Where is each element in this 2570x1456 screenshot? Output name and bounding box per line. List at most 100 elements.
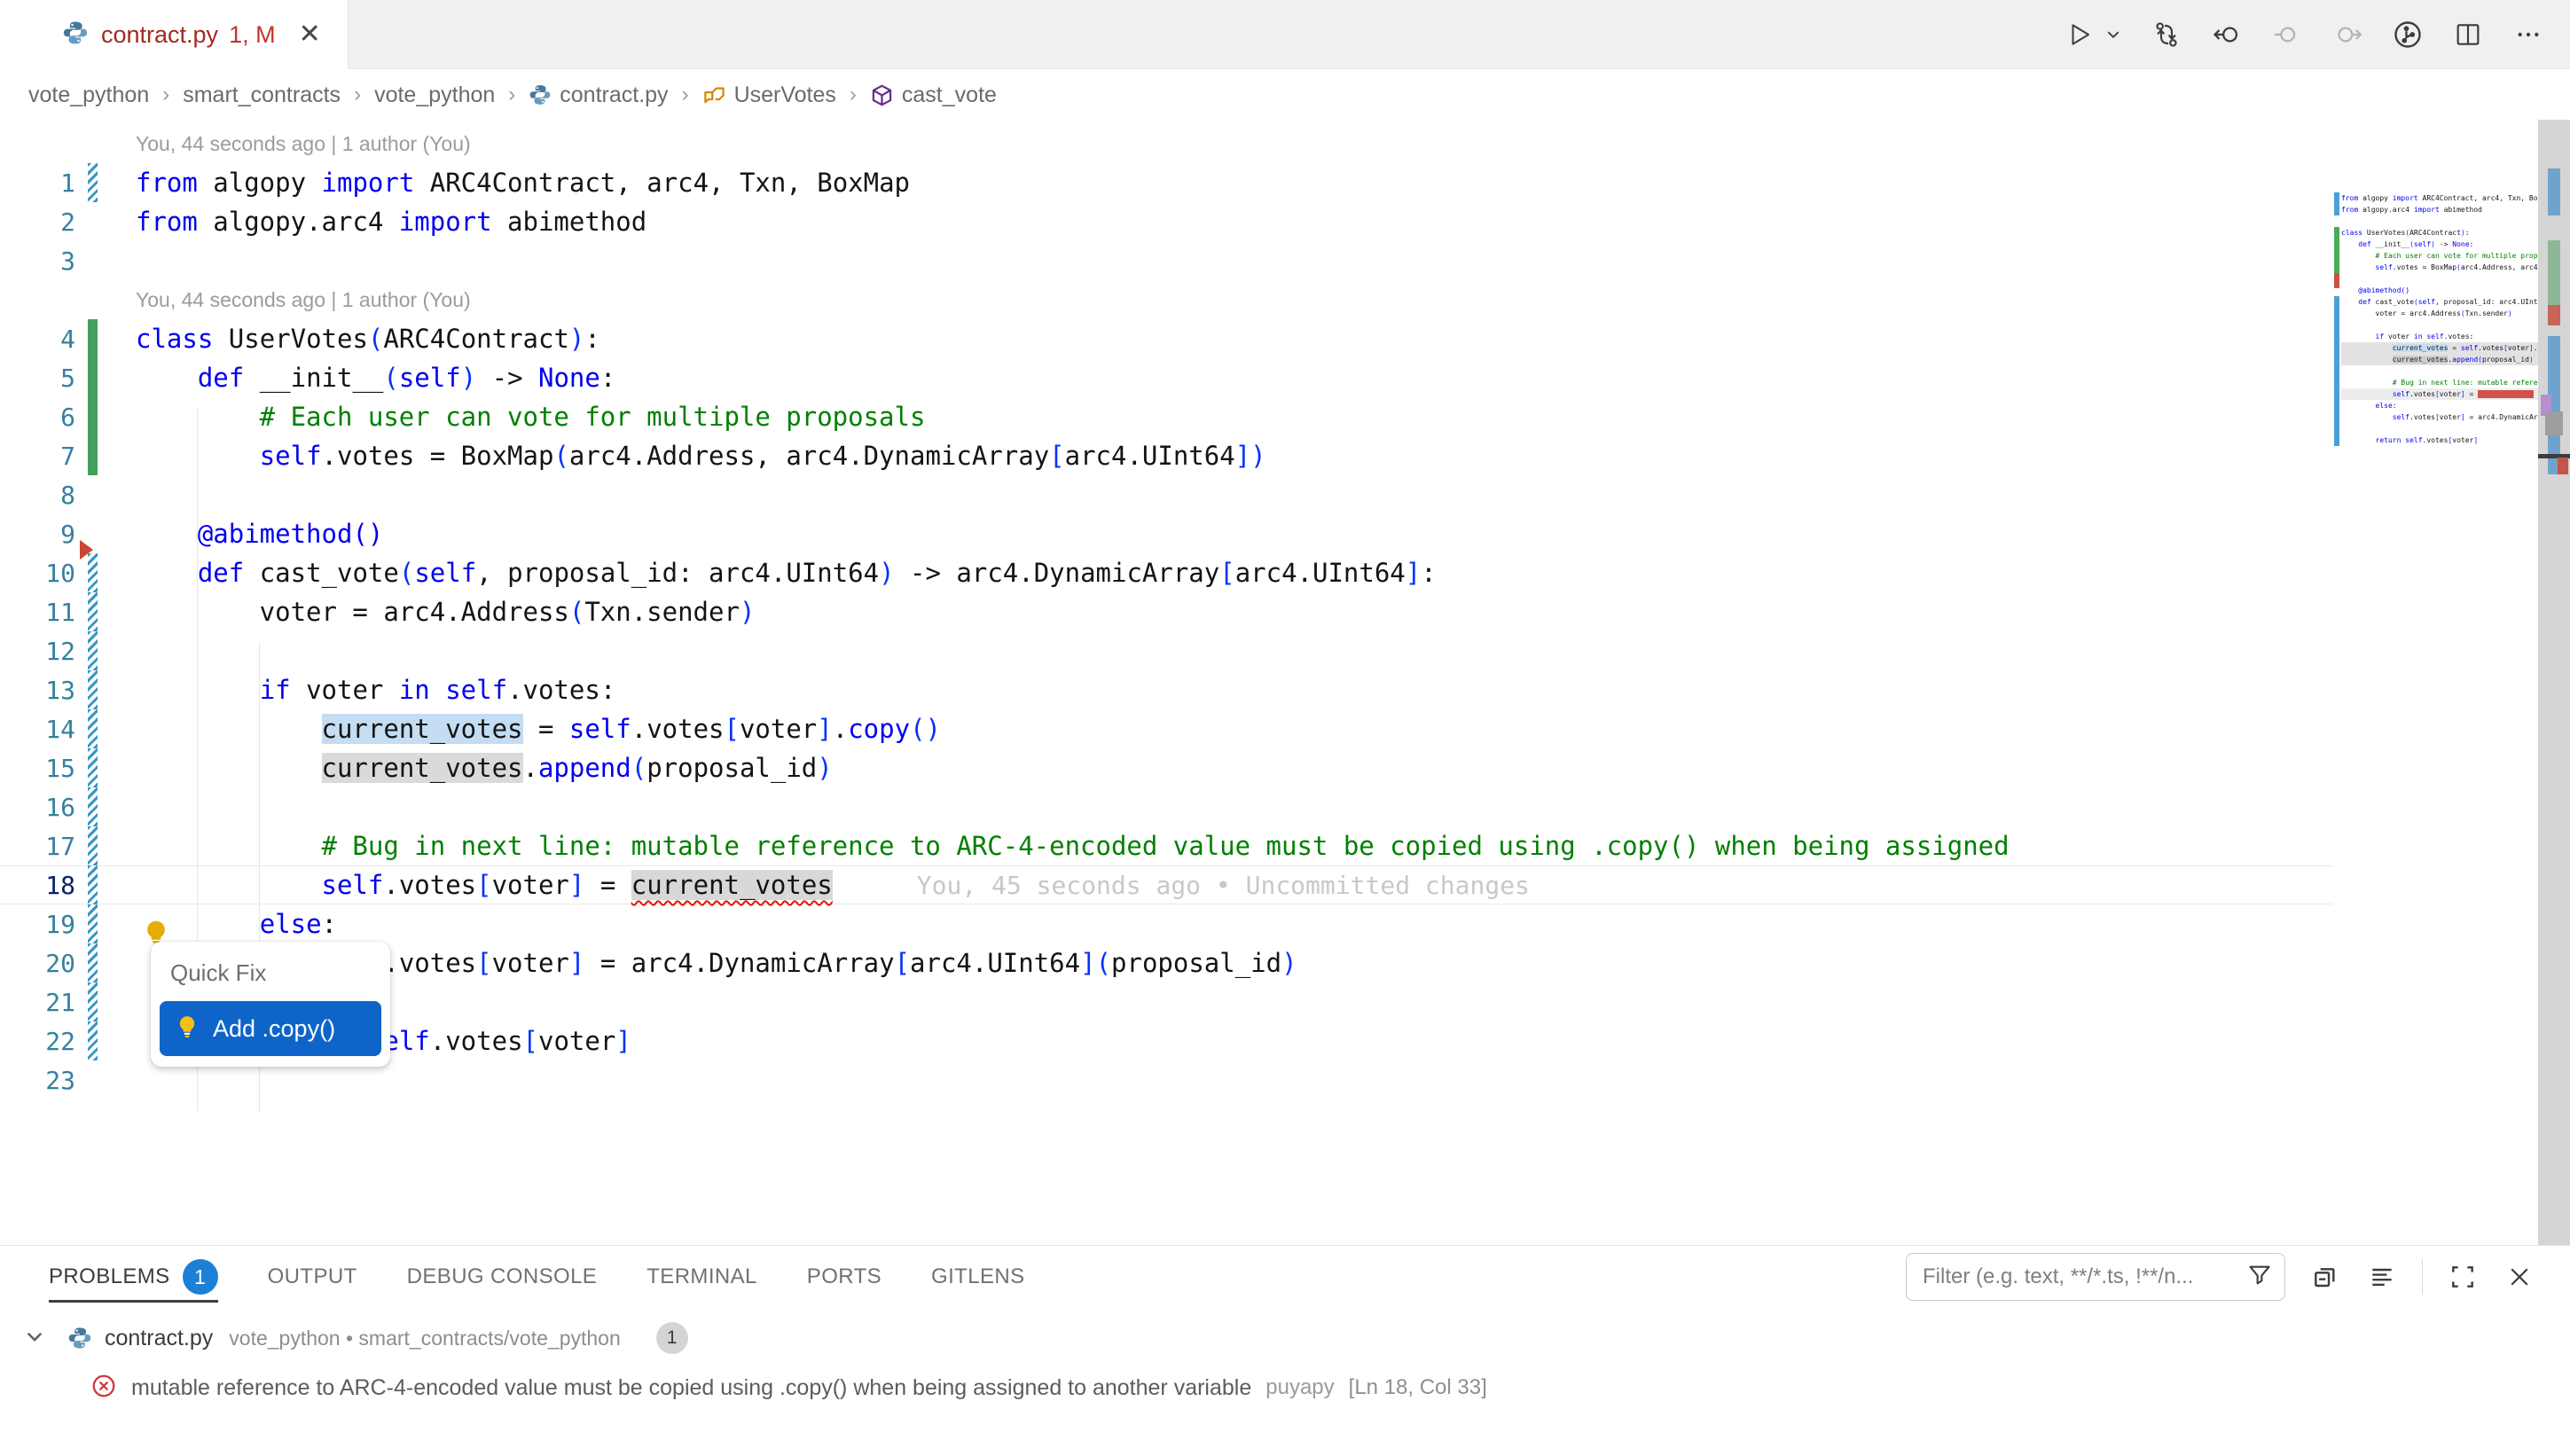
line-number[interactable]: 20 (0, 949, 75, 978)
line-number[interactable]: 11 (0, 598, 75, 627)
next-change-icon[interactable] (2331, 18, 2364, 51)
collapse-all-icon[interactable] (2308, 1260, 2342, 1294)
breadcrumb-item-UserVotes[interactable]: UserVotes (702, 82, 836, 108)
line-number[interactable]: 1 (0, 168, 75, 198)
code-token: ( (368, 324, 383, 354)
line-number[interactable]: 21 (0, 988, 75, 1017)
breadcrumb-label: vote_python (28, 82, 149, 108)
code-line-17[interactable]: 17 # Bug in next line: mutable reference… (0, 826, 2332, 865)
chevron-down-icon[interactable] (23, 1325, 46, 1352)
commit-graph-icon[interactable] (2391, 18, 2425, 51)
codelens-blame[interactable]: You, 44 seconds ago | 1 author (You) (136, 132, 471, 156)
code-line-12[interactable]: 12 (0, 631, 2332, 670)
code-line-8[interactable]: 8 (0, 475, 2332, 514)
code-token: ] (2473, 436, 2478, 444)
line-number[interactable]: 12 (0, 637, 75, 666)
tab-contract-py[interactable]: contract.py 1, M ✕ (0, 0, 349, 69)
maximize-panel-icon[interactable] (2446, 1260, 2480, 1294)
close-panel-icon[interactable] (2503, 1260, 2536, 1294)
code-line-16[interactable]: 16 (0, 787, 2332, 826)
line-number[interactable]: 19 (0, 910, 75, 939)
split-editor-icon[interactable] (2451, 18, 2485, 51)
line-number[interactable]: 3 (0, 247, 75, 276)
filter-icon (2247, 1263, 2272, 1292)
code-line-10[interactable]: 10 def cast_vote(self, proposal_id: arc4… (0, 553, 2332, 592)
line-number[interactable]: 10 (0, 559, 75, 588)
line-number[interactable]: 5 (0, 364, 75, 393)
code-line-19[interactable]: 19 else: (0, 904, 2332, 943)
minimap[interactable]: from algopy import ARC4Contract, arc4, T… (2341, 192, 2538, 458)
quick-fix-add-copy[interactable]: Add .copy() (160, 1001, 381, 1056)
code-token: ] (569, 870, 584, 900)
problems-error-row[interactable]: mutable reference to ARC-4-encoded value… (0, 1363, 2570, 1413)
line-number[interactable]: 16 (0, 793, 75, 822)
code-token: class (136, 324, 213, 354)
previous-change-icon[interactable] (2270, 18, 2304, 51)
code-token: Txn.sender (2465, 309, 2508, 317)
code-token: arc4.UInt64 (910, 948, 1080, 978)
panel-tab-problems[interactable]: PROBLEMS1 (49, 1246, 218, 1308)
filter-input[interactable] (1923, 1264, 2247, 1289)
git-change-bar (88, 241, 98, 280)
code-token: : (2470, 240, 2474, 248)
problems-file-row[interactable]: contract.py vote_python • smart_contract… (0, 1313, 2570, 1363)
codelens-blame[interactable]: You, 44 seconds ago | 1 author (You) (136, 288, 471, 312)
line-number[interactable]: 7 (0, 442, 75, 471)
problems-filter[interactable] (1906, 1253, 2285, 1301)
panel-tab-gitlens[interactable]: GITLENS (931, 1246, 1025, 1308)
view-as-list-icon[interactable] (2365, 1260, 2399, 1294)
code-line-11[interactable]: 11 voter = arc4.Address(Txn.sender) (0, 592, 2332, 631)
breadcrumb-item-vote_python[interactable]: vote_python (28, 82, 149, 108)
code-token: = (584, 870, 631, 900)
breadcrumb-item-contract.py[interactable]: contract.py (529, 82, 668, 108)
breadcrumb-item-vote_python[interactable]: vote_python (374, 82, 495, 108)
code-line-7[interactable]: 7 self.votes = BoxMap(arc4.Address, arc4… (0, 436, 2332, 475)
run-dropdown-chevron-icon[interactable] (2104, 18, 2123, 51)
code-token (136, 363, 198, 393)
line-number[interactable]: 8 (0, 481, 75, 510)
panel-tab-ports[interactable]: PORTS (807, 1246, 881, 1308)
git-compare-icon[interactable] (2150, 18, 2183, 51)
code-line-3[interactable]: 3 (0, 241, 2332, 280)
code-editor[interactable]: You, 44 seconds ago | 1 author (You)1fro… (0, 120, 2570, 1245)
code-line-1[interactable]: 1from algopy import ARC4Contract, arc4, … (0, 163, 2332, 202)
more-actions-icon[interactable] (2511, 18, 2545, 51)
code-token: ) (740, 597, 755, 627)
code-line-13[interactable]: 13 if voter in self.votes: (0, 670, 2332, 709)
git-change-bar (88, 1061, 98, 1100)
line-number[interactable]: 9 (0, 520, 75, 549)
close-tab-icon[interactable]: ✕ (299, 21, 321, 48)
code-token: current_votes (322, 753, 523, 783)
code-line-6[interactable]: 6 # Each user can vote for multiple prop… (0, 397, 2332, 436)
panel-tab-terminal[interactable]: TERMINAL (646, 1246, 757, 1308)
line-number[interactable]: 18 (0, 871, 75, 900)
line-number[interactable]: 22 (0, 1027, 75, 1056)
overview-ruler[interactable] (2538, 120, 2570, 1245)
breadcrumb-item-cast_vote[interactable]: cast_vote (870, 82, 997, 108)
code-token: def (198, 363, 244, 393)
code-line-14[interactable]: 14 current_votes = self.votes[voter].cop… (0, 709, 2332, 748)
line-number[interactable]: 4 (0, 325, 75, 354)
panel-tab-output[interactable]: OUTPUT (268, 1246, 357, 1308)
panel-tab-debug-console[interactable]: DEBUG CONSOLE (407, 1246, 598, 1308)
line-number[interactable]: 23 (0, 1066, 75, 1095)
line-number[interactable]: 14 (0, 715, 75, 744)
breadcrumb-item-smart_contracts[interactable]: smart_contracts (183, 82, 341, 108)
line-number[interactable]: 2 (0, 207, 75, 237)
run-icon[interactable] (2063, 18, 2096, 51)
code-line-4[interactable]: 4class UserVotes(ARC4Contract): (0, 319, 2332, 358)
ruler-deleted-block (2548, 305, 2560, 325)
line-number[interactable]: 17 (0, 832, 75, 861)
line-number[interactable]: 13 (0, 676, 75, 705)
code-line-5[interactable]: 5 def __init__(self) -> None: (0, 358, 2332, 397)
python-icon (529, 83, 552, 106)
code-line-15[interactable]: 15 current_votes.append(proposal_id) (0, 748, 2332, 787)
line-number[interactable]: 6 (0, 403, 75, 432)
code-line-2[interactable]: 2from algopy.arc4 import abimethod (0, 202, 2332, 241)
code-token: in (2414, 333, 2423, 341)
open-changes-previous-icon[interactable] (2210, 18, 2244, 51)
git-deleted-lines-marker[interactable] (80, 540, 93, 560)
code-line-18[interactable]: 18 self.votes[voter] = current_votesYou,… (0, 865, 2332, 904)
code-line-9[interactable]: 9 @abimethod() (0, 514, 2332, 553)
line-number[interactable]: 15 (0, 754, 75, 783)
